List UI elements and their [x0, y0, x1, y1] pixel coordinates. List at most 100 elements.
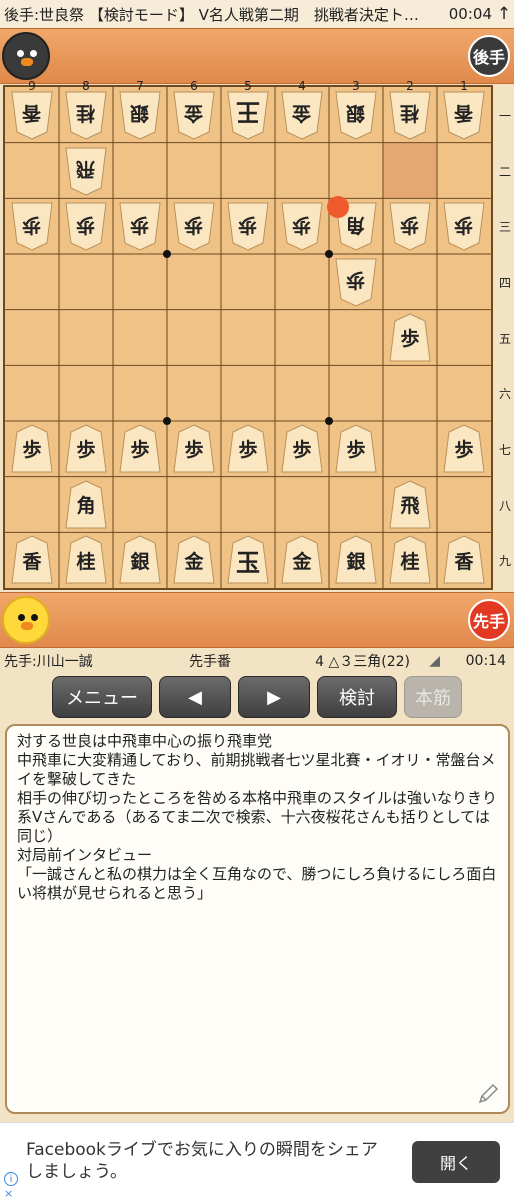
piece-gote[interactable]: 歩 [280, 201, 324, 251]
piece-sente[interactable]: 銀 [118, 535, 162, 585]
piece-sente[interactable]: 飛 [388, 479, 432, 530]
piece-sente[interactable]: 歩 [226, 424, 270, 474]
rank-label: 七 [498, 442, 511, 457]
piece-label: 歩 [400, 328, 420, 350]
sente-clock: 00:14 [465, 653, 506, 669]
star-point [325, 417, 333, 425]
sente-player-name: 先手:川山一誠 [4, 654, 93, 670]
status-bar: 後手:世良祭 【検討モード】 V名人戦第二期 挑戦者決定トー… 00:04 ↑ [0, 0, 514, 28]
last-move-text: 4 △３三角(22) [315, 654, 410, 670]
ad-open-button[interactable]: 開く [412, 1141, 500, 1183]
piece-gote[interactable]: 金 [280, 90, 324, 140]
file-label: 5 [244, 79, 252, 93]
piece-gote[interactable]: 歩 [334, 257, 378, 307]
piece-label: 銀 [346, 102, 366, 125]
rank-label: 九 [498, 554, 511, 569]
piece-sente[interactable]: 歩 [388, 312, 432, 363]
piece-gote[interactable]: 歩 [172, 201, 216, 251]
prev-move-button[interactable]: ◀ [159, 676, 231, 718]
gote-badge: 後手 [468, 35, 510, 77]
piece-sente[interactable]: 桂 [64, 535, 108, 585]
piece-gote[interactable]: 銀 [118, 90, 162, 140]
piece-label: 銀 [130, 102, 150, 125]
file-label: 7 [136, 79, 144, 93]
gote-piece-stand: 後手 [0, 28, 514, 84]
piece-gote[interactable]: 香 [10, 90, 54, 140]
piece-gote[interactable]: 歩 [226, 201, 270, 251]
file-label: 1 [460, 79, 468, 93]
piece-sente[interactable]: 金 [172, 535, 216, 585]
piece-gote[interactable]: 歩 [64, 201, 108, 251]
piece-label: 歩 [22, 439, 42, 462]
piece-label: 角 [346, 213, 366, 236]
piece-gote[interactable]: 歩 [388, 201, 432, 251]
piece-sente[interactable]: 香 [442, 535, 486, 585]
file-label: 8 [82, 79, 90, 93]
eye-icon [18, 614, 25, 621]
piece-sente[interactable]: 桂 [388, 535, 432, 585]
pencil-icon[interactable] [476, 1082, 500, 1106]
shogi-board[interactable]: 香桂銀金王金銀桂香飛歩歩歩歩歩歩角歩歩歩歩歩歩歩歩歩歩歩歩角飛香桂銀金玉金銀桂香 [3, 85, 493, 590]
piece-gote[interactable]: 歩 [442, 201, 486, 251]
piece-label: 桂 [400, 550, 420, 573]
analyze-button[interactable]: 検討 [317, 676, 397, 718]
file-labels: 9 8 7 6 5 4 3 2 1 [0, 79, 514, 93]
piece-gote[interactable]: 歩 [10, 201, 54, 251]
star-point [163, 250, 171, 258]
comment-box[interactable]: 対する世良は中飛車中心の振り飛車党 中飛車に大変精通しており、前期挑戦者七ツ星北… [5, 724, 510, 1114]
piece-label: 香 [22, 102, 42, 125]
corner-triangle-icon: ◢ [429, 653, 440, 669]
piece-label: 歩 [184, 439, 204, 462]
crow-avatar-icon [2, 32, 50, 80]
piece-sente[interactable]: 歩 [64, 424, 108, 474]
piece-gote[interactable]: 金 [172, 90, 216, 140]
piece-label: 歩 [292, 213, 312, 236]
piece-label: 香 [22, 550, 42, 573]
piece-sente[interactable]: 角 [64, 479, 108, 530]
piece-label: 歩 [76, 439, 96, 462]
piece-label: 歩 [346, 269, 366, 292]
piece-gote[interactable]: 王 [226, 90, 270, 140]
piece-label: 歩 [130, 439, 150, 462]
piece-sente[interactable]: 玉 [226, 535, 270, 585]
control-toolbar: メニュー ◀ ▶ 検討 本筋 [0, 676, 514, 722]
piece-label: 角 [76, 495, 96, 517]
piece-sente[interactable]: 銀 [334, 535, 378, 585]
side-to-move: 先手番 [189, 654, 231, 670]
piece-label: 歩 [454, 439, 474, 462]
piece-label: 桂 [400, 102, 420, 125]
sente-badge: 先手 [468, 599, 510, 641]
piece-sente[interactable]: 歩 [442, 424, 486, 474]
ad-banner[interactable]: Facebookライブでお気に入りの瞬間をシェアしましょう。 開く i × [0, 1122, 514, 1200]
piece-label: 金 [292, 550, 312, 573]
piece-gote[interactable]: 桂 [388, 90, 432, 140]
next-move-button[interactable]: ▶ [238, 676, 310, 718]
ad-info-icon[interactable]: i [4, 1172, 18, 1186]
piece-label: 香 [454, 550, 474, 573]
beak-icon [21, 622, 33, 630]
piece-sente[interactable]: 歩 [118, 424, 162, 474]
piece-sente[interactable]: 歩 [334, 424, 378, 474]
piece-gote[interactable]: 銀 [334, 90, 378, 140]
piece-sente[interactable]: 歩 [10, 424, 54, 474]
piece-gote[interactable]: 歩 [118, 201, 162, 251]
piece-sente[interactable]: 香 [10, 535, 54, 585]
piece-gote[interactable]: 桂 [64, 90, 108, 140]
mainline-button[interactable]: 本筋 [404, 676, 462, 718]
piece-label: 金 [184, 550, 204, 573]
piece-sente[interactable]: 金 [280, 535, 324, 585]
piece-label: 歩 [238, 213, 258, 236]
ad-close-icon[interactable]: × [4, 1187, 13, 1200]
piece-label: 金 [184, 102, 204, 125]
rank-label: 一 [498, 108, 511, 123]
piece-label: 香 [454, 102, 474, 125]
shogi-board-area: 香桂銀金王金銀桂香飛歩歩歩歩歩歩角歩歩歩歩歩歩歩歩歩歩歩歩角飛香桂銀金玉金銀桂香… [0, 79, 514, 592]
piece-sente[interactable]: 歩 [280, 424, 324, 474]
arrow-up-icon[interactable]: ↑ [494, 4, 514, 24]
piece-gote[interactable]: 飛 [64, 146, 108, 196]
chick-avatar-icon [2, 596, 50, 644]
piece-gote[interactable]: 香 [442, 90, 486, 140]
piece-label: 桂 [76, 102, 96, 125]
menu-button[interactable]: メニュー [52, 676, 152, 718]
piece-sente[interactable]: 歩 [172, 424, 216, 474]
